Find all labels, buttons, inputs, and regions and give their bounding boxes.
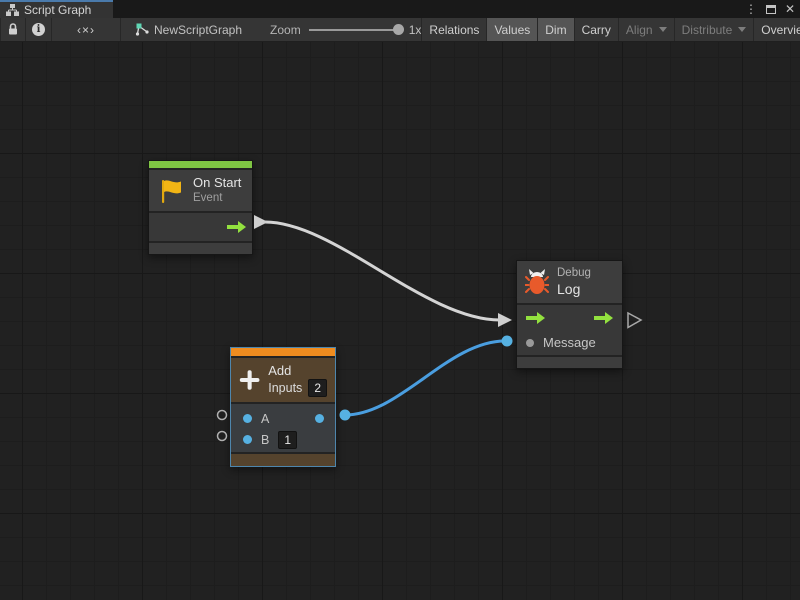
on-start-footer bbox=[149, 243, 252, 254]
window-menu-icon[interactable]: ⋮ bbox=[745, 3, 757, 15]
relations-button[interactable]: Relations bbox=[421, 18, 487, 41]
align-dropdown[interactable]: Align bbox=[619, 18, 675, 41]
code-icon: ‹×› bbox=[59, 23, 113, 37]
graph-toolbar: i ‹×› NewScriptGraph Zoom 1x Relations V… bbox=[0, 18, 800, 42]
close-icon[interactable]: ✕ bbox=[785, 3, 795, 15]
dim-button[interactable]: Dim bbox=[538, 18, 574, 41]
add-header: Add Inputs 2 bbox=[231, 358, 335, 402]
distribute-label: Distribute bbox=[682, 23, 733, 37]
carry-button[interactable]: Carry bbox=[575, 18, 619, 41]
add-footer bbox=[231, 454, 335, 466]
overview-button[interactable]: Overview bbox=[754, 18, 800, 41]
align-label: Align bbox=[626, 23, 653, 37]
info-icon: i bbox=[32, 23, 45, 36]
flow-input-arrow-icon[interactable] bbox=[526, 312, 545, 324]
on-start-subtitle: Event bbox=[193, 191, 241, 206]
maximize-icon[interactable] bbox=[766, 5, 776, 14]
zoom-label: Zoom bbox=[270, 23, 301, 37]
debug-log-header: Debug Log bbox=[517, 261, 622, 303]
zoom-slider-handle[interactable] bbox=[393, 24, 404, 35]
window-controls: ⋮ ✕ bbox=[745, 0, 798, 18]
lock-icon bbox=[7, 23, 19, 36]
message-port-row[interactable]: Message bbox=[517, 330, 622, 355]
add-inputs-count-field[interactable]: 2 bbox=[308, 379, 327, 397]
debug-log-body: Message bbox=[517, 305, 622, 355]
port-a-icon bbox=[243, 414, 252, 423]
values-button[interactable]: Values bbox=[487, 18, 538, 41]
debug-log-subtitle: Debug bbox=[557, 266, 591, 281]
port-b-label: B bbox=[261, 433, 269, 447]
math-color-bar bbox=[231, 348, 335, 356]
graph-canvas[interactable] bbox=[0, 42, 800, 600]
node-on-start[interactable]: On Start Event bbox=[148, 160, 253, 255]
message-port-icon bbox=[526, 339, 534, 347]
event-color-bar bbox=[149, 161, 252, 168]
trigger-port-row bbox=[517, 305, 622, 330]
graph-hierarchy-icon bbox=[6, 4, 19, 16]
add-body: A B 1 bbox=[231, 404, 335, 452]
on-start-header: On Start Event bbox=[149, 170, 252, 211]
edit-code-button[interactable]: ‹×› bbox=[52, 18, 121, 41]
zoom-slider[interactable] bbox=[309, 29, 401, 31]
debug-log-title: Log bbox=[557, 281, 591, 299]
add-inputs-label: Inputs bbox=[268, 380, 302, 396]
tab-bar: Script Graph ⋮ ✕ bbox=[0, 0, 800, 18]
info-button[interactable]: i bbox=[26, 18, 52, 41]
script-graph-asset-icon bbox=[135, 23, 149, 36]
bug-icon bbox=[525, 267, 549, 297]
flow-output-arrow-icon[interactable] bbox=[594, 312, 613, 324]
zoom-value: 1x bbox=[409, 23, 422, 37]
zoom-control: Zoom 1x bbox=[270, 18, 421, 41]
add-title: Add bbox=[268, 363, 327, 379]
port-a-label: A bbox=[261, 412, 269, 426]
toolbar-right-group: Relations Values Dim Carry Align Distrib… bbox=[421, 18, 800, 41]
on-start-title: On Start bbox=[193, 175, 241, 191]
tab-title: Script Graph bbox=[24, 3, 91, 17]
plus-icon bbox=[239, 367, 260, 393]
graph-name-breadcrumb[interactable]: NewScriptGraph bbox=[135, 18, 242, 41]
flag-icon bbox=[157, 177, 185, 205]
debug-log-footer bbox=[517, 357, 622, 368]
port-b-icon bbox=[243, 435, 252, 444]
chevron-down-icon bbox=[659, 27, 667, 32]
graph-name-label: NewScriptGraph bbox=[154, 23, 242, 37]
chevron-down-icon bbox=[738, 27, 746, 32]
flow-output-arrow-icon[interactable] bbox=[227, 221, 246, 233]
node-add[interactable]: Add Inputs 2 A B 1 bbox=[230, 347, 336, 467]
message-port-label: Message bbox=[543, 335, 596, 350]
script-graph-window: Script Graph ⋮ ✕ i ‹×› bbox=[0, 0, 800, 600]
on-start-body bbox=[149, 213, 252, 241]
distribute-dropdown[interactable]: Distribute bbox=[675, 18, 755, 41]
tab-script-graph[interactable]: Script Graph bbox=[0, 0, 113, 18]
node-debug-log[interactable]: Debug Log Message bbox=[516, 260, 623, 369]
lock-button[interactable] bbox=[0, 18, 26, 41]
port-b-row[interactable]: B 1 bbox=[231, 429, 335, 450]
port-b-value-field[interactable]: 1 bbox=[278, 431, 297, 449]
